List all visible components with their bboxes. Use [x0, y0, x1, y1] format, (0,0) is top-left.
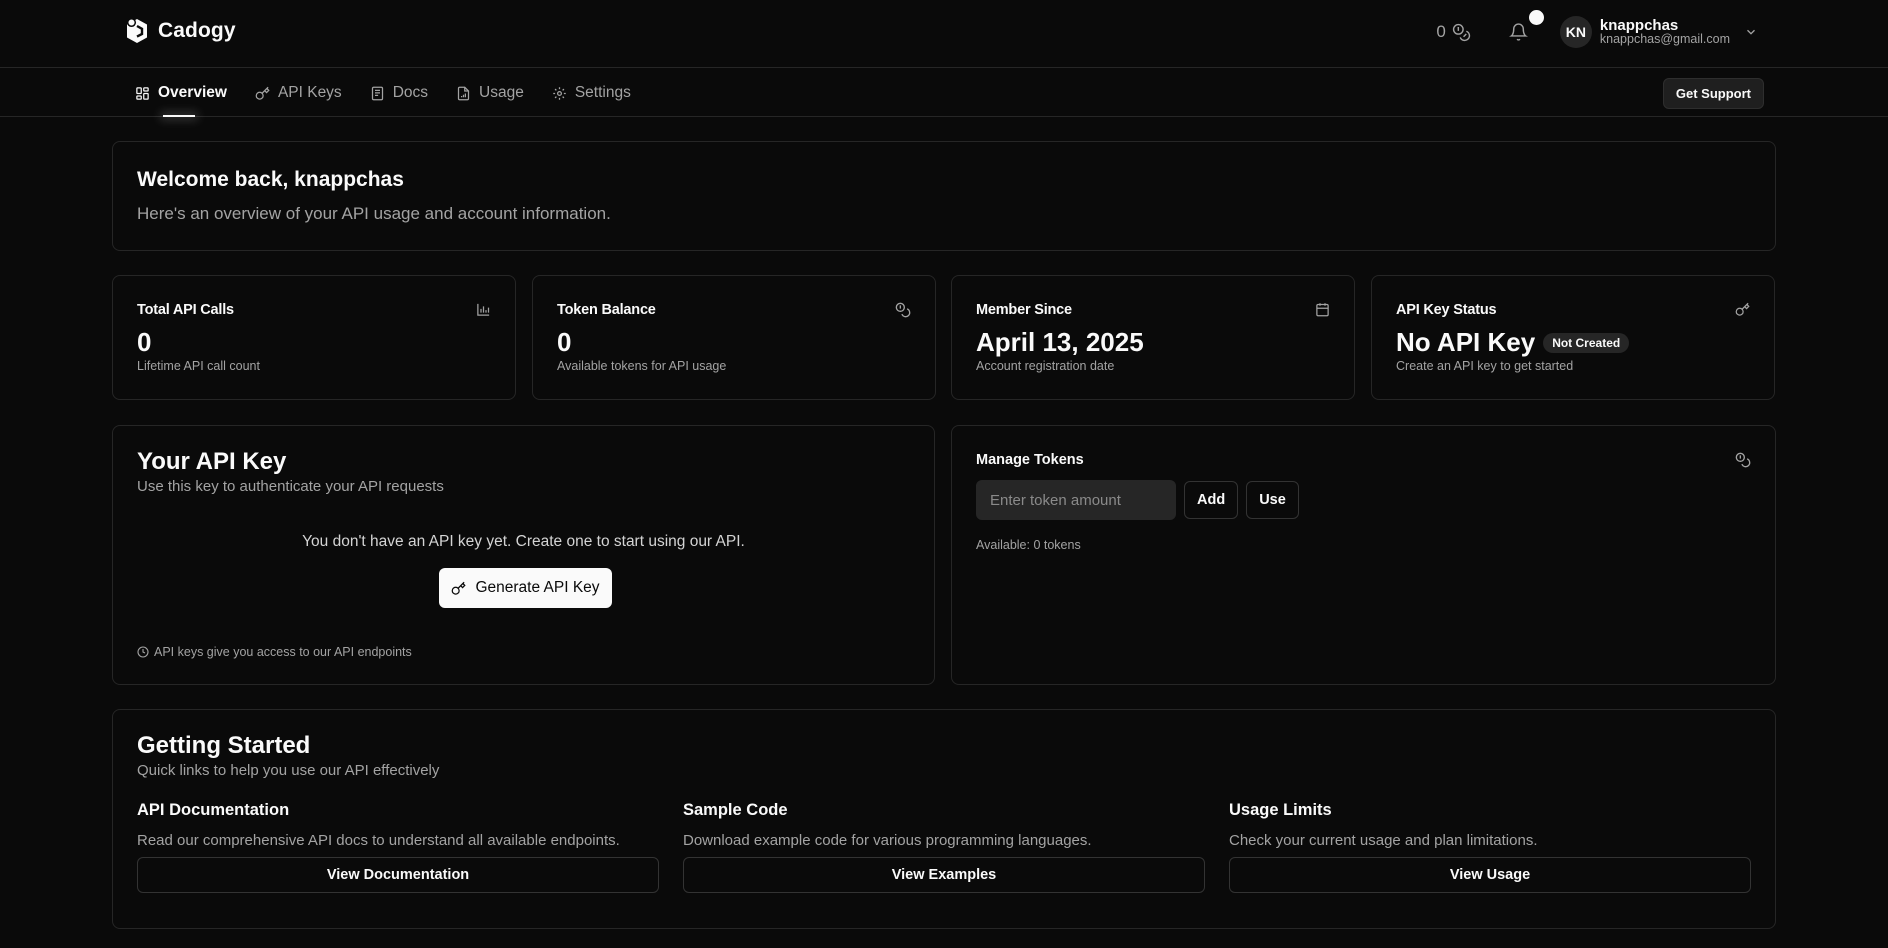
api-key-subtitle: Use this key to authenticate your API re… [137, 478, 444, 495]
stat-title: Token Balance [557, 302, 656, 318]
tab-label: Usage [479, 84, 524, 101]
stat-title: Total API Calls [137, 302, 234, 318]
generate-api-key-button[interactable]: Generate API Key [439, 568, 612, 608]
tab-overview[interactable]: Overview [135, 69, 227, 117]
welcome-card: Welcome back, knappchas Here's an overvi… [112, 141, 1776, 251]
quick-link-title: Usage Limits [1229, 801, 1332, 819]
api-key-empty-text: You don't have an API key yet. Create on… [302, 533, 745, 550]
token-count: 0 [1436, 22, 1446, 41]
document-icon [370, 86, 385, 101]
tab-label: API Keys [277, 84, 342, 101]
getting-started-title: Getting Started [137, 732, 311, 759]
stat-card-member-since: Member Since April 13, 2025 Account regi… [951, 275, 1355, 400]
tab-label: Settings [574, 84, 631, 101]
quick-link-description: Check your current usage and plan limita… [1229, 832, 1538, 849]
use-tokens-button[interactable]: Use [1246, 481, 1299, 519]
welcome-title: Welcome back, knappchas [137, 168, 404, 191]
grid-icon [135, 86, 150, 101]
api-key-note: API keys give you access to our API endp… [137, 645, 412, 659]
stat-value: 0 [137, 327, 152, 357]
gear-icon [552, 86, 567, 101]
get-support-button[interactable]: Get Support [1662, 78, 1764, 109]
user-name: knappchas [1599, 16, 1679, 34]
stat-title: API Key Status [1396, 302, 1497, 318]
token-counter[interactable]: 0 [1436, 22, 1471, 42]
coins-icon [1735, 452, 1751, 468]
manage-tokens-title: Manage Tokens [976, 452, 1084, 468]
main-nav: Overview API Keys Docs Usage Settings Ge… [0, 69, 1888, 117]
bell-icon [1508, 22, 1528, 42]
view-documentation-button[interactable]: View Documentation [137, 857, 659, 893]
user-email: knappchas@gmail.com [1599, 32, 1730, 47]
key-icon [451, 581, 467, 596]
stat-description: Lifetime API call count [137, 359, 260, 373]
quick-link-api-documentation: API Documentation Read our comprehensive… [137, 801, 659, 893]
cadogy-logo-icon [125, 18, 149, 44]
notifications-button[interactable] [1508, 10, 1544, 42]
brand-name: Cadogy [158, 19, 236, 42]
manage-tokens-card: Manage Tokens Add Use Available: 0 token… [951, 425, 1776, 685]
quick-link-usage-limits: Usage Limits Check your current usage an… [1229, 801, 1751, 893]
quick-link-title: API Documentation [137, 801, 290, 819]
chevron-down-icon[interactable] [1744, 25, 1758, 39]
brand[interactable]: Cadogy [125, 18, 236, 44]
stat-value: No API Key [1396, 327, 1536, 357]
stat-value-row: No API Key Not Created [1396, 327, 1750, 358]
add-tokens-button[interactable]: Add [1184, 481, 1239, 519]
api-key-note-text: API keys give you access to our API endp… [154, 645, 412, 659]
stat-value: April 13, 2025 [976, 327, 1144, 357]
key-icon [1735, 302, 1750, 317]
view-examples-button[interactable]: View Examples [683, 857, 1205, 893]
getting-started-subtitle: Quick links to help you use our API effe… [137, 762, 440, 779]
api-key-title: Your API Key [137, 448, 287, 475]
tab-docs[interactable]: Docs [370, 69, 428, 117]
welcome-subtitle: Here's an overview of your API usage and… [137, 204, 611, 223]
getting-started-card: Getting Started Quick links to help you … [112, 709, 1776, 929]
calendar-icon [1315, 302, 1330, 317]
stat-card-token-balance: Token Balance 0 Available tokens for API… [532, 275, 936, 400]
quick-link-sample-code: Sample Code Download example code for va… [683, 801, 1205, 893]
stat-description: Create an API key to get started [1396, 359, 1574, 373]
quick-link-description: Download example code for various progra… [683, 832, 1092, 849]
clock-icon [137, 646, 149, 658]
user-menu[interactable]: knappchas knappchas@gmail.com [1599, 16, 1730, 47]
tab-settings[interactable]: Settings [552, 69, 631, 117]
tab-api-keys[interactable]: API Keys [255, 69, 342, 117]
notification-dot [1528, 10, 1544, 25]
generate-api-key-label: Generate API Key [475, 579, 600, 596]
key-icon [255, 86, 270, 101]
quick-link-title: Sample Code [683, 801, 788, 819]
coins-icon [895, 302, 911, 318]
stat-card-total-api-calls: Total API Calls 0 Lifetime API call coun… [112, 275, 516, 400]
bar-chart-icon [476, 302, 491, 317]
stat-value: 0 [557, 327, 572, 357]
coins-icon [1452, 23, 1471, 42]
token-amount-input[interactable] [976, 480, 1176, 520]
tab-label: Overview [158, 84, 227, 101]
api-key-card: Your API Key Use this key to authenticat… [112, 425, 935, 685]
stat-card-api-key-status: API Key Status No API Key Not Created Cr… [1371, 275, 1775, 400]
avatar[interactable]: KN [1559, 16, 1592, 48]
status-badge: Not Created [1543, 332, 1630, 353]
stat-description: Account registration date [976, 359, 1115, 373]
top-header: Cadogy 0 KN knappchas knappchas@gmail.co… [0, 0, 1888, 68]
available-tokens: Available: 0 tokens [976, 538, 1081, 552]
file-chart-icon [456, 86, 471, 101]
quick-link-description: Read our comprehensive API docs to under… [137, 832, 620, 849]
stat-description: Available tokens for API usage [557, 359, 727, 373]
tab-usage[interactable]: Usage [456, 69, 524, 117]
stat-title: Member Since [976, 302, 1072, 318]
tab-label: Docs [392, 84, 429, 101]
view-usage-button[interactable]: View Usage [1229, 857, 1751, 893]
